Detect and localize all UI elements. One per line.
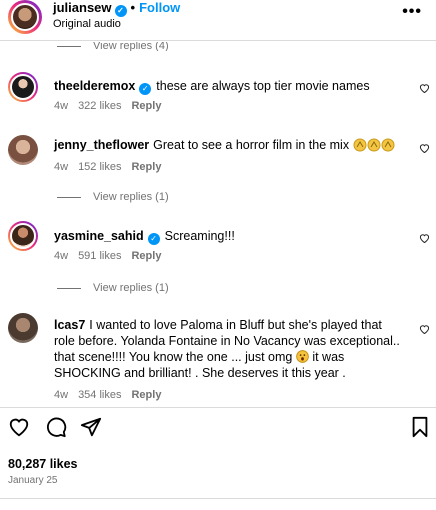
comment-age: 4w [54,250,69,262]
post-action-bar [0,416,436,446]
post-likes-count[interactable]: 80,287 likes [8,457,78,471]
comment-text: Screaming!!! [164,229,235,243]
comment-meta: 4w 322 likes Reply [54,100,171,112]
comment-likes[interactable]: 152 likes [78,161,121,173]
footer-divider [0,498,436,499]
like-comment-icon[interactable] [419,324,430,337]
follow-button[interactable]: Follow [139,0,180,15]
reply-button[interactable]: Reply [131,100,161,112]
comment-text: these are always top tier movie names [156,79,370,93]
verified-badge-icon: ✓ [147,233,160,245]
comment-age: 4w [54,389,69,401]
comment-text: I wanted to love Paloma in Bluff but she… [54,318,400,364]
commenter-username[interactable]: jenny_theflower [54,138,149,152]
like-comment-icon[interactable] [419,83,430,96]
share-paper-plane-icon[interactable] [80,416,102,443]
comment-text: Great to see a horror film in the mix [153,138,350,152]
view-replies-link[interactable]: View replies (1) [57,282,169,294]
commenter-avatar[interactable] [8,72,38,102]
verified-badge-icon: ✓ [139,83,152,95]
commenter-avatar[interactable] [8,135,38,165]
view-replies-link[interactable]: View replies (1) [57,191,169,203]
post-header: juliansew ✓ • Follow Original audio ••• [0,0,436,40]
comment-likes[interactable]: 322 likes [78,100,121,112]
like-comment-icon[interactable] [419,143,430,156]
like-post-heart-icon[interactable] [8,416,30,443]
surprised-face-icon [296,350,309,364]
author-username[interactable]: juliansew [53,0,112,15]
comment-likes[interactable]: 591 likes [78,250,121,262]
save-bookmark-icon[interactable] [410,416,430,443]
reply-button[interactable]: Reply [131,250,161,262]
author-line: juliansew ✓ • Follow [53,0,180,17]
clapping-hands-icon [353,138,395,152]
comment-bubble-icon[interactable] [45,416,67,443]
post-date: January 25 [8,475,58,486]
comment-meta: 4w 152 likes Reply [54,161,171,173]
actions-divider [0,407,436,408]
comment-text-line: theelderemox ✓ these are always top tier m… [54,78,406,95]
comment-likes[interactable]: 354 likes [78,389,121,401]
comment-text-block: lcas7 I wanted to love Paloma in Bluff bu… [54,317,402,381]
comment-meta: 4w 354 likes Reply [54,389,171,401]
commenter-avatar[interactable] [8,313,38,343]
like-comment-icon[interactable] [419,233,430,246]
author-avatar[interactable] [8,0,42,34]
comment-age: 4w [54,100,69,112]
reply-button[interactable]: Reply [131,161,161,173]
commenter-username[interactable]: theelderemox [54,79,135,93]
header-divider [0,40,436,41]
commenter-username[interactable]: lcas7 [54,318,85,332]
reply-button[interactable]: Reply [131,389,161,401]
verified-badge-icon: ✓ [114,5,127,17]
commenter-avatar[interactable] [8,221,38,251]
view-replies-link[interactable]: View replies (4) [57,42,169,51]
commenter-username[interactable]: yasmine_sahid [54,229,144,243]
comment-meta: 4w 591 likes Reply [54,250,171,262]
more-options-icon[interactable]: ••• [402,3,422,21]
separator-dot: • [130,0,136,15]
comment-text-line: jenny_theflower Great to see a horror fil… [54,137,406,153]
comment-age: 4w [54,161,69,173]
original-audio-link[interactable]: Original audio [53,18,121,30]
comment-text-line: yasmine_sahid ✓ Screaming!!! [54,228,406,245]
